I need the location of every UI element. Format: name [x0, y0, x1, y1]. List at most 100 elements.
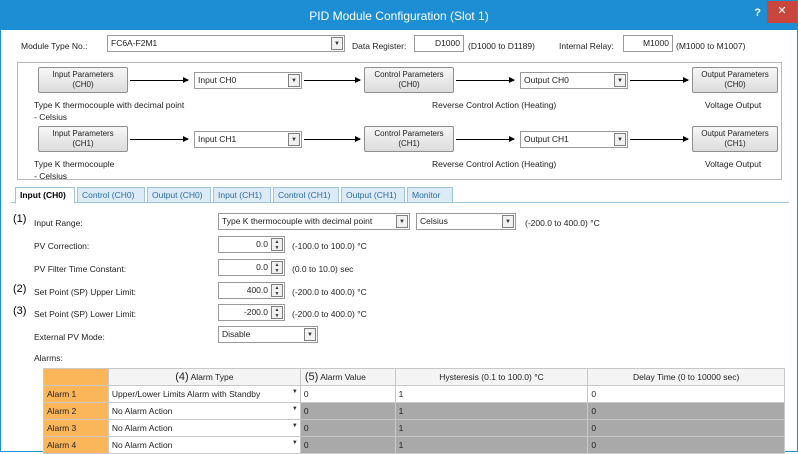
pv-filter-stepper[interactable]: 0.0 ▲ ▼ [218, 259, 285, 276]
internal-relay-label: Internal Relay: [559, 41, 614, 51]
spin-icon[interactable]: ▲ ▼ [271, 261, 283, 274]
close-button[interactable]: ✕ [767, 1, 797, 23]
button-sublabel: (CH0) [72, 80, 94, 89]
delay-time-cell[interactable]: 0 [587, 436, 785, 454]
alarm-type-cell[interactable]: ▼ No Alarm Action [107, 436, 301, 454]
alarm-value-cell[interactable]: 0 [299, 419, 396, 437]
data-register-input[interactable]: D1000 [414, 35, 464, 52]
tab-control-ch0[interactable]: Control (CH0) [77, 187, 145, 203]
select-value: Input CH0 [198, 75, 237, 85]
input-ch1-select[interactable]: Input CH1 ▼ [194, 131, 302, 148]
output-params-ch1-button[interactable]: Output Parameters (CH1) [692, 126, 778, 152]
input-ch1-desc: Type K thermocouple [34, 159, 115, 169]
chevron-down-icon[interactable]: ▼ [331, 37, 343, 50]
spin-icon[interactable]: ▲ ▼ [271, 306, 283, 319]
chevron-down-icon[interactable]: ▼ [290, 389, 300, 395]
alarms-table: (4) Alarm Type (5) Alarm Value Hysteresi… [43, 368, 785, 454]
tab-output-ch1[interactable]: Output (CH1) [341, 187, 405, 203]
alarm-type-cell[interactable]: ▼ No Alarm Action [107, 419, 301, 437]
spin-icon[interactable]: ▲ ▼ [271, 238, 283, 251]
chevron-down-icon[interactable]: ▼ [290, 423, 300, 429]
alarm-value-cell[interactable]: 0 [299, 385, 396, 403]
input-ch0-select[interactable]: Input CH0 ▼ [194, 72, 302, 89]
internal-relay-input[interactable]: M1000 [623, 35, 673, 52]
title-bar: PID Module Configuration (Slot 1) ? ✕ [1, 1, 797, 30]
control-params-ch0-button[interactable]: Control Parameters (CH0) [364, 67, 454, 93]
pv-correction-hint: (-100.0 to 100.0) °C [292, 241, 367, 251]
stepper-value: -200.0 [243, 307, 268, 317]
module-type-value: FC6A-F2M1 [111, 38, 158, 48]
pv-correction-stepper[interactable]: 0.0 ▲ ▼ [218, 236, 285, 253]
flow-arrow [456, 77, 515, 83]
button-label: Output Parameters [701, 70, 769, 79]
stepper-value: 400.0 [246, 285, 268, 295]
input-range-select[interactable]: Type K thermocouple with decimal point ▼ [218, 213, 410, 230]
data-register-label: Data Register: [352, 41, 407, 51]
hysteresis-cell[interactable]: 1 [394, 385, 589, 403]
module-type-label: Module Type No.: [21, 41, 88, 51]
flow-arrow [130, 136, 189, 142]
flow-arrow [456, 136, 515, 142]
input-params-ch1-button[interactable]: Input Parameters (CH1) [38, 126, 128, 152]
row-header[interactable]: Alarm 1 [43, 385, 109, 403]
sp-lower-stepper[interactable]: -200.0 ▲ ▼ [218, 304, 285, 321]
row-header[interactable]: Alarm 2 [43, 402, 109, 420]
table-corner [43, 368, 109, 386]
tab-control-ch1[interactable]: Control (CH1) [273, 187, 339, 203]
header-alarm-value[interactable]: (5) Alarm Value [299, 368, 396, 386]
header-alarm-type[interactable]: (4) Alarm Type [107, 368, 301, 386]
chevron-down-icon[interactable]: ▼ [614, 133, 626, 146]
header-hysteresis[interactable]: Hysteresis (0.1 to 100.0) °C [394, 368, 589, 386]
output-params-ch0-button[interactable]: Output Parameters (CH0) [692, 67, 778, 93]
chevron-down-icon[interactable]: ▼ [304, 328, 316, 341]
chevron-down-icon[interactable]: ▼ [502, 215, 514, 228]
hysteresis-cell[interactable]: 1 [394, 402, 589, 420]
input-params-ch0-button[interactable]: Input Parameters (CH0) [38, 67, 128, 93]
delay-time-cell[interactable]: 0 [587, 419, 785, 437]
delay-time-cell[interactable]: 0 [587, 402, 785, 420]
delay-time-cell[interactable]: 0 [587, 385, 785, 403]
stepper-value: 0.0 [256, 239, 268, 249]
flow-arrow [304, 136, 361, 142]
button-sublabel: (CH1) [72, 139, 94, 148]
control-params-ch1-button[interactable]: Control Parameters (CH1) [364, 126, 454, 152]
hysteresis-cell[interactable]: 1 [394, 419, 589, 437]
sp-upper-stepper[interactable]: 400.0 ▲ ▼ [218, 282, 285, 299]
chevron-down-icon[interactable]: ▼ [290, 440, 300, 446]
sp-lower-hint: (-200.0 to 400.0) °C [292, 309, 367, 319]
unit-select[interactable]: Celsius ▼ [416, 213, 516, 230]
chevron-down-icon[interactable]: ▼ [288, 133, 300, 146]
alarm-value-cell[interactable]: 0 [299, 402, 396, 420]
spin-icon[interactable]: ▲ ▼ [271, 284, 283, 297]
chevron-down-icon[interactable]: ▼ [614, 74, 626, 87]
chevron-down-icon[interactable]: ▼ [396, 215, 408, 228]
select-value: Type K thermocouple with decimal point [222, 216, 373, 226]
row-header[interactable]: Alarm 4 [43, 436, 109, 454]
pv-filter-label: PV Filter Time Constant: [34, 264, 127, 274]
select-value: Output CH0 [524, 75, 569, 85]
sp-upper-label: Set Point (SP) Upper Limit: [34, 287, 137, 297]
chevron-down-icon[interactable]: ▼ [290, 406, 300, 412]
external-pv-select[interactable]: Disable ▼ [218, 326, 318, 343]
cell-value: Upper/Lower Limits Alarm with Standby [111, 389, 261, 399]
alarm-type-cell[interactable]: ▼ No Alarm Action [107, 402, 301, 420]
marker-5: (5) [304, 371, 319, 383]
button-label: Control Parameters [374, 129, 444, 138]
module-type-select[interactable]: FC6A-F2M1 ▼ [107, 35, 345, 52]
alarm-type-cell[interactable]: ▼ Upper/Lower Limits Alarm with Standby [107, 385, 301, 403]
tab-monitor[interactable]: Monitor [407, 187, 453, 203]
input-ch1-desc-unit: - Celsius [34, 171, 68, 181]
tab-input-ch1[interactable]: Input (CH1) [213, 187, 271, 203]
output-ch0-select[interactable]: Output CH0 ▼ [520, 72, 628, 89]
hysteresis-cell[interactable]: 1 [394, 436, 589, 454]
data-register-range: (D1000 to D1189) [468, 41, 535, 51]
chevron-down-icon[interactable]: ▼ [288, 74, 300, 87]
row-header[interactable]: Alarm 3 [43, 419, 109, 437]
help-button[interactable]: ? [754, 7, 761, 19]
tab-output-ch0[interactable]: Output (CH0) [147, 187, 211, 203]
header-delay-time[interactable]: Delay Time (0 to 10000 sec) [587, 368, 785, 386]
alarm-value-cell[interactable]: 0 [299, 436, 396, 454]
table-header-row: (4) Alarm Type (5) Alarm Value Hysteresi… [43, 368, 785, 386]
output-ch1-select[interactable]: Output CH1 ▼ [520, 131, 628, 148]
tab-input-ch0[interactable]: Input (CH0) [15, 187, 75, 204]
